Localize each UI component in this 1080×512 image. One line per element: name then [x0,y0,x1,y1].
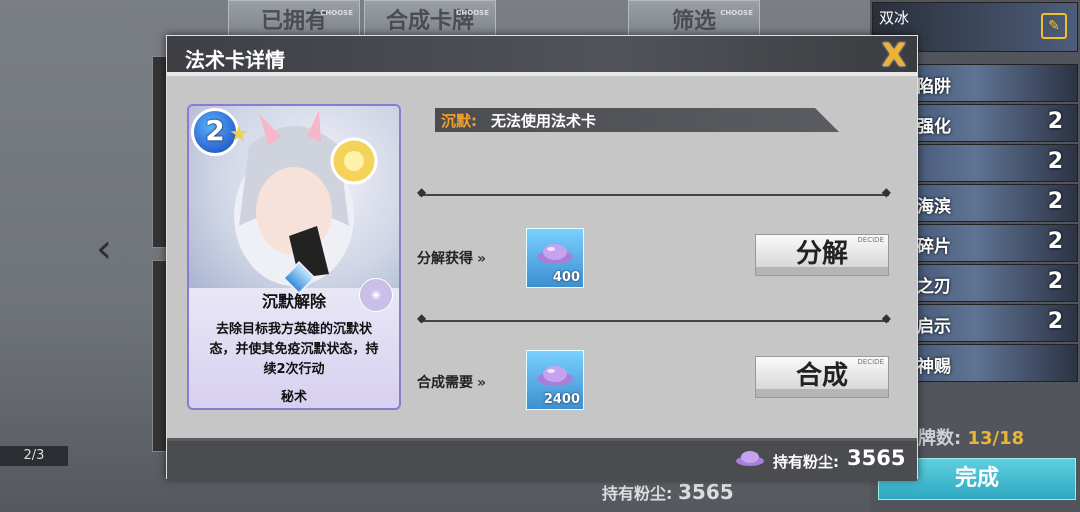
modal-header: 法术卡详情 X [167,36,917,76]
close-icon[interactable]: X [877,38,911,72]
deck-title: 双冰 [879,9,910,27]
keyword-name: 沉默: [441,112,477,130]
modal-title: 法术卡详情 [185,48,285,72]
craft-amount: 2400 [543,392,580,407]
craft-dust-cost: 2400 [526,350,584,410]
dust-icon [537,244,573,264]
disenchant-amount: 400 [552,270,580,285]
edit-icon[interactable]: ✎ [1041,13,1067,39]
card-type: 秘术 [280,390,307,405]
keyword-description: 无法使用法术卡 [491,112,597,130]
divider [417,311,891,325]
keyword-bar: 沉默: 无法使用法术卡 [435,108,839,132]
card-name: 沉默解除 [261,292,326,311]
spell-card: 2 ★ ❀ 沉默解除 去除目标我方英雄的沉默状态，并使其免疫沉默状态，持续2次行… [187,104,401,410]
divider [417,185,891,199]
star-icon: ★ [229,122,249,147]
tab-craft-cards[interactable]: 合成卡牌 CHOOSE [364,0,496,38]
tab-filter[interactable]: 筛选 CHOOSE [628,0,760,38]
background-dust: 持有粉尘: 3565 [602,480,734,504]
dust-icon [537,366,573,386]
owned-dust-label: 持有粉尘: [773,453,839,471]
deck-card-count: 卡牌数: 13/18 [900,428,1025,449]
page-indicator: 2/3 [0,446,68,466]
modal-footer: 持有粉尘: 3565 [167,438,917,481]
dust-icon [736,451,764,466]
spell-card-detail-modal: 法术卡详情 X 2 ★ ❀ 沉默解除 去除目标我方英雄的沉默状态，并使其免疫沉默… [166,35,918,481]
owned-dust-value: 3565 [847,446,906,470]
tab-owned[interactable]: 已拥有 CHOOSE [228,0,360,38]
prev-page-arrow-icon[interactable]: ‹ [96,226,112,272]
card-description: 去除目标我方英雄的沉默状态，并使其免疫沉默状态，持续2次行动 [209,322,379,377]
craft-label: 合成需要» [417,375,487,391]
disenchant-button[interactable]: DECIDE 分解 [755,234,889,276]
disenchant-dust-reward: 400 [526,228,584,288]
craft-button[interactable]: DECIDE 合成 [755,356,889,398]
disenchant-label: 分解获得» [417,251,487,267]
